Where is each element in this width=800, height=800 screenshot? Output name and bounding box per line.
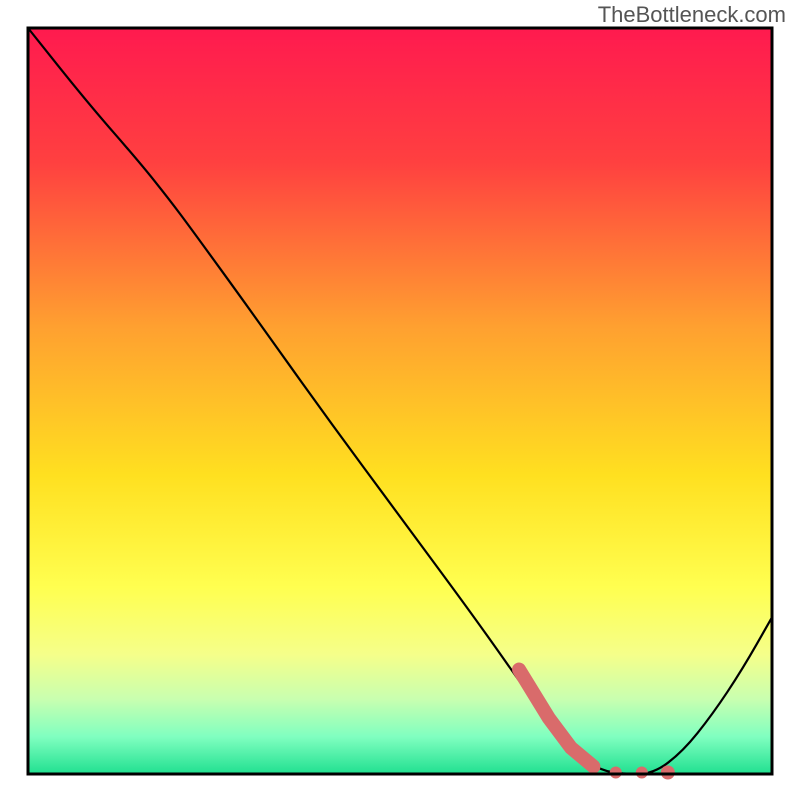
- chart-plot: [0, 0, 800, 800]
- watermark-label: TheBottleneck.com: [598, 2, 786, 28]
- gradient-background: [28, 28, 772, 774]
- chart-container: TheBottleneck.com: [0, 0, 800, 800]
